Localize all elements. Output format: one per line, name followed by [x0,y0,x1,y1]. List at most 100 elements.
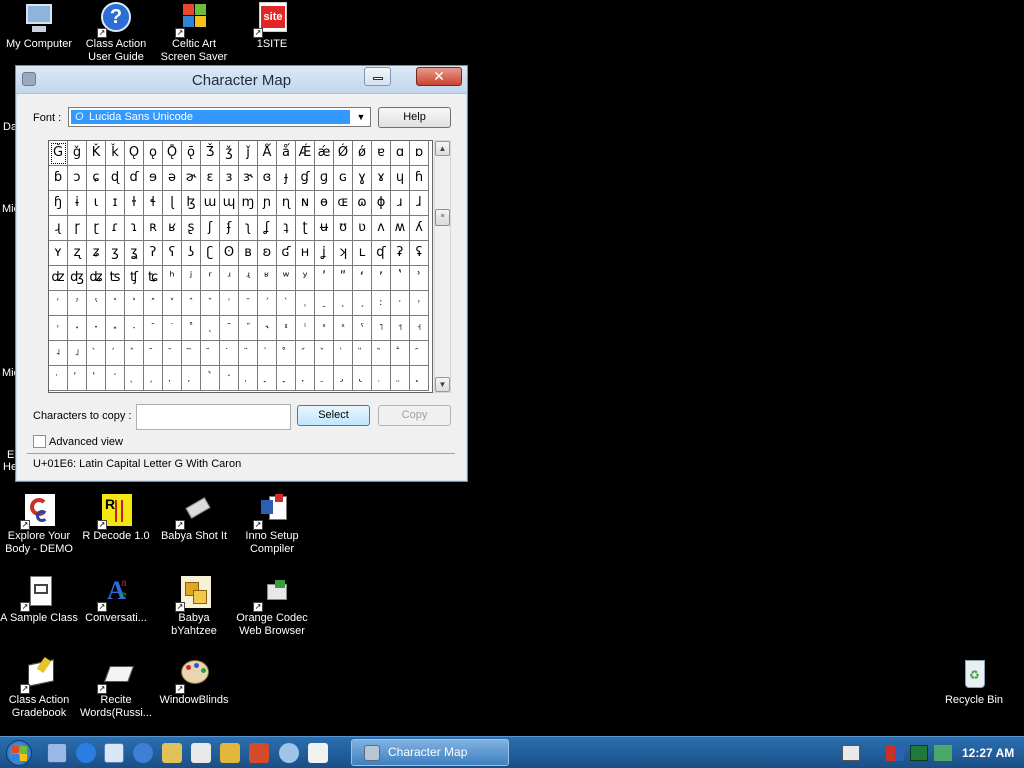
character-cell[interactable]: ɼ [68,216,87,241]
character-cell[interactable]: ˏ [353,291,372,316]
character-cell[interactable]: ʨ [144,266,163,291]
character-cell[interactable]: ʽ [391,266,410,291]
character-cell[interactable]: ʖ [182,241,201,266]
character-cell[interactable]: ̐ [391,341,410,366]
character-cell[interactable]: ɳ [277,191,296,216]
character-cell[interactable]: ʄ [220,216,239,241]
desktop-icon-recycle-bin[interactable]: ♻ Recycle Bin [935,658,1013,707]
character-cell[interactable]: ˍ [315,291,334,316]
character-cell[interactable]: ˊ [258,291,277,316]
character-cell[interactable]: ˉ [239,291,258,316]
character-cell[interactable]: ˘ [144,316,163,341]
character-cell[interactable]: ̅ [182,341,201,366]
character-cell[interactable]: ̝ [258,366,277,391]
character-cell[interactable]: ɘ [144,166,163,191]
character-cell[interactable]: ʁ [163,216,182,241]
character-cell[interactable]: ʈ [296,216,315,241]
character-cell[interactable]: ʞ [334,241,353,266]
network-tray-icon[interactable] [934,745,952,761]
character-cell[interactable]: ǻ [277,141,296,166]
scroll-thumb[interactable]: ≡ [435,209,450,226]
character-cell[interactable]: ʤ [68,266,87,291]
character-cell[interactable]: ʍ [391,216,410,241]
character-cell[interactable]: ̠ [315,366,334,391]
character-cell[interactable]: ̃ [144,341,163,366]
character-cell[interactable]: ˦ [391,316,410,341]
character-cell[interactable]: ̉ [258,341,277,366]
character-cell[interactable]: ǩ [106,141,125,166]
character-cell[interactable]: ʥ [87,266,106,291]
character-cell[interactable]: ɧ [49,191,68,216]
grid-scrollbar[interactable]: ▲ ≡ ▼ [434,140,451,393]
character-cell[interactable]: Ǫ [125,141,144,166]
character-cell[interactable]: ɝ [239,166,258,191]
character-cell[interactable]: ʸ [296,266,315,291]
character-cell[interactable]: ɤ [372,166,391,191]
character-cell[interactable]: ˠ [277,316,296,341]
character-cell[interactable]: Ǧ [49,141,68,166]
desktop-icon-recite-words[interactable]: ↗ Recite Words(Russi... [77,658,155,720]
tool-icon[interactable] [162,743,182,763]
character-cell[interactable]: ɐ [372,141,391,166]
character-cell[interactable]: ˤ [353,316,372,341]
character-cell[interactable]: ˩ [68,341,87,366]
desktop-icon-explore-your-body[interactable]: ↗ Explore Your Body - DEMO [0,494,78,556]
character-cell[interactable]: ˂ [106,291,125,316]
character-cell[interactable]: ˙ [163,316,182,341]
character-cell[interactable]: ˔ [68,316,87,341]
character-cell[interactable]: ̛ [220,366,239,391]
character-cell[interactable]: ˅ [163,291,182,316]
character-cell[interactable]: ̡ [334,366,353,391]
character-cell[interactable]: ɡ [315,166,334,191]
character-cell[interactable]: ˃ [125,291,144,316]
character-cell[interactable]: ɹ [391,191,410,216]
character-cell[interactable]: ɔ [68,166,87,191]
character-cell[interactable]: ɥ [391,166,410,191]
character-cell[interactable]: ʋ [353,216,372,241]
copy-button[interactable]: Copy [378,405,451,426]
clock[interactable]: 12:27 AM [962,746,1014,760]
character-cell[interactable]: ˆ [182,291,201,316]
character-cell[interactable]: ʒ [106,241,125,266]
character-cell[interactable]: ˁ [87,291,106,316]
character-cell[interactable]: Ǭ [163,141,182,166]
character-cell[interactable]: ɯ [201,191,220,216]
character-cell[interactable]: ʇ [277,216,296,241]
character-cell[interactable]: ɓ [49,166,68,191]
character-cell[interactable]: ʜ [296,241,315,266]
character-cell[interactable]: ː [372,291,391,316]
character-cell[interactable]: ǫ [144,141,163,166]
monitor-icon[interactable] [910,745,928,761]
character-cell[interactable]: ˡ [296,316,315,341]
desktop-icon-conversations[interactable]: A a e ↗ Conversati... [77,576,155,625]
character-cell[interactable]: ʗ [201,241,220,266]
character-cell[interactable]: ́ [106,341,125,366]
character-cell[interactable]: ˜ [220,316,239,341]
network-icon[interactable] [249,743,269,763]
character-cell[interactable]: ɮ [182,191,201,216]
title-bar[interactable]: Character Map ✕ [16,66,467,94]
character-cell[interactable]: ʂ [182,216,201,241]
character-cell[interactable]: ˄ [144,291,163,316]
desktop-icon-orange-codec-web-browser[interactable]: ↗ Orange Codec Web Browser [233,576,311,638]
checkbox-icon[interactable] [33,435,46,448]
character-cell[interactable]: ̂ [125,341,144,366]
close-button[interactable]: ✕ [416,67,462,86]
desktop-icon-babya-shot-it[interactable]: ↗ Babya Shot It [155,494,233,543]
character-cell[interactable]: ɠ [296,166,315,191]
character-cell[interactable]: ʊ [334,216,353,241]
character-cell[interactable]: ̊ [277,341,296,366]
character-cell[interactable]: ǯ [220,141,239,166]
character-cell[interactable]: ɫ [125,191,144,216]
character-cell[interactable]: ɰ [220,191,239,216]
character-cell[interactable]: ʺ [334,266,353,291]
select-button[interactable]: Select [297,405,370,426]
character-cell[interactable]: ɢ [334,166,353,191]
character-cell[interactable]: ʟ [353,241,372,266]
character-cell[interactable]: ʐ [68,241,87,266]
character-cell[interactable]: ɟ [277,166,296,191]
desktop-icon-my-computer[interactable]: My Computer [0,2,78,51]
character-cell[interactable]: ̙ [182,366,201,391]
character-cell[interactable]: ə [163,166,182,191]
character-cell[interactable]: ˚ [182,316,201,341]
